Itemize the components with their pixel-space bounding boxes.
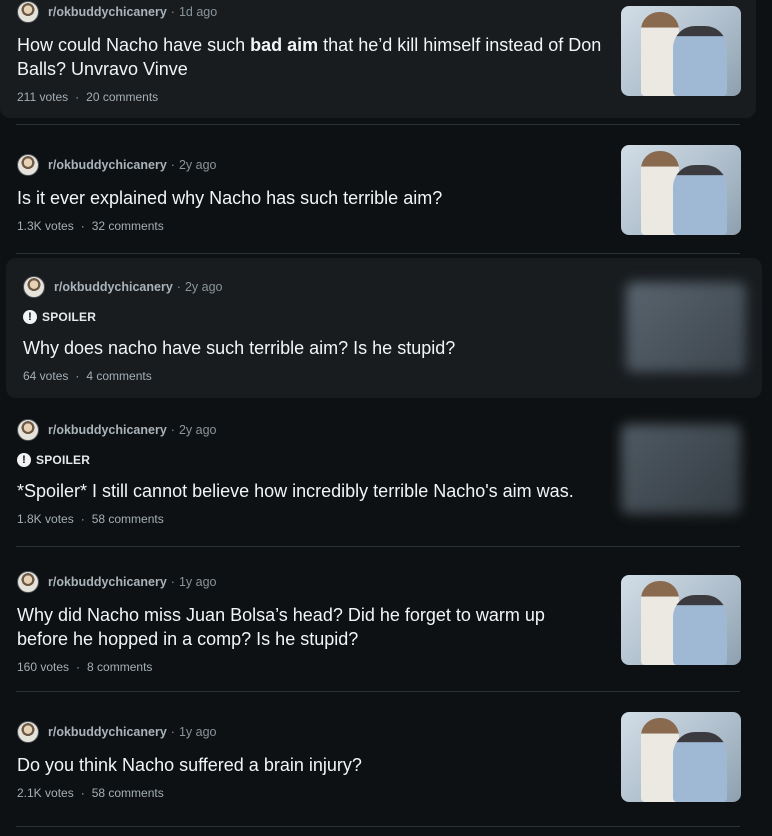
thumbnail-figure [673, 165, 727, 235]
post-stats: 1.8K votes · 58 comments [17, 512, 164, 526]
subreddit-link[interactable]: r/okbuddychicanery [48, 725, 167, 739]
vote-count: 1.3K votes [17, 219, 74, 233]
subreddit-link[interactable]: r/okbuddychicanery [48, 158, 167, 172]
subreddit-avatar[interactable] [17, 154, 39, 176]
spoiler-tag: ! SPOILER [23, 310, 96, 324]
post-stats: 64 votes · 4 comments [23, 369, 152, 383]
post-stats: 211 votes · 20 comments [17, 90, 158, 104]
comment-count[interactable]: 20 comments [86, 90, 158, 104]
post-age: 2y ago [178, 423, 217, 437]
post-title[interactable]: Is it ever explained why Nacho has such … [17, 186, 607, 210]
subreddit-link[interactable]: r/okbuddychicanery [48, 5, 167, 19]
post-thumbnail-blurred[interactable] [626, 282, 746, 372]
post-meta: r/okbuddychicanery · 2y ago [17, 153, 217, 177]
alert-icon: ! [17, 453, 31, 467]
post-stats: 160 votes · 8 comments [17, 660, 152, 674]
post-thumbnail[interactable] [621, 145, 741, 235]
stats-separator: · [75, 90, 80, 104]
meta-separator: · [170, 423, 175, 437]
post-meta: r/okbuddychicanery · 2y ago [17, 418, 217, 442]
post-title[interactable]: Why did Nacho miss Juan Bolsa’s head? Di… [17, 603, 597, 651]
post-thumbnail[interactable] [621, 575, 741, 665]
spoiler-label: SPOILER [36, 453, 91, 467]
post-title[interactable]: How could Nacho have such bad aim that h… [17, 33, 607, 81]
post-age: 1y ago [178, 725, 217, 739]
subreddit-avatar[interactable] [17, 419, 39, 441]
subreddit-avatar[interactable] [23, 276, 45, 298]
title-part: How could Nacho have such [17, 35, 251, 55]
stats-separator: · [80, 512, 85, 526]
subreddit-avatar[interactable] [17, 571, 39, 593]
comment-count[interactable]: 58 comments [92, 512, 164, 526]
spoiler-tag: ! SPOILER [17, 453, 90, 467]
search-results-feed: r/okbuddychicanery · 1d ago How could Na… [0, 0, 772, 836]
subreddit-avatar[interactable] [17, 1, 39, 23]
stats-separator: · [75, 369, 80, 383]
comment-count[interactable]: 32 comments [92, 219, 164, 233]
post-divider [16, 253, 740, 254]
vote-count: 211 votes [17, 90, 69, 104]
subreddit-link[interactable]: r/okbuddychicanery [48, 423, 167, 437]
post-age: 1d ago [178, 5, 218, 19]
meta-separator: · [170, 158, 175, 172]
post-meta: r/okbuddychicanery · 1y ago [17, 720, 217, 744]
post-thumbnail[interactable] [621, 6, 741, 96]
post-thumbnail-blurred[interactable] [621, 424, 741, 514]
stats-separator: · [76, 660, 81, 674]
post-meta: r/okbuddychicanery · 1y ago [17, 570, 217, 594]
thumbnail-figure [673, 732, 727, 802]
subreddit-link[interactable]: r/okbuddychicanery [54, 280, 173, 294]
post-meta: r/okbuddychicanery · 1d ago [17, 0, 217, 24]
comment-count[interactable]: 8 comments [87, 660, 152, 674]
meta-separator: · [176, 280, 181, 294]
subreddit-avatar[interactable] [17, 721, 39, 743]
comment-count[interactable]: 4 comments [86, 369, 151, 383]
thumbnail-figure [673, 595, 727, 665]
stats-separator: · [80, 786, 85, 800]
vote-count: 1.8K votes [17, 512, 74, 526]
meta-separator: · [170, 5, 175, 19]
comment-count[interactable]: 58 comments [92, 786, 164, 800]
post-title[interactable]: *Spoiler* I still cannot believe how inc… [17, 479, 617, 503]
thumbnail-figure [673, 26, 727, 96]
stats-separator: · [80, 219, 85, 233]
post-thumbnail[interactable] [621, 712, 741, 802]
meta-separator: · [170, 725, 175, 739]
post-divider [16, 546, 740, 547]
post-title[interactable]: Do you think Nacho suffered a brain inju… [17, 753, 607, 777]
post-divider [16, 124, 740, 125]
vote-count: 2.1K votes [17, 786, 74, 800]
vote-count: 160 votes [17, 660, 70, 674]
alert-icon: ! [23, 310, 37, 324]
post-divider [16, 691, 740, 692]
title-highlight: bad aim [250, 35, 319, 55]
post-age: 1y ago [178, 575, 217, 589]
spoiler-label: SPOILER [42, 310, 97, 324]
subreddit-link[interactable]: r/okbuddychicanery [48, 575, 167, 589]
meta-separator: · [170, 575, 175, 589]
post-stats: 2.1K votes · 58 comments [17, 786, 164, 800]
post-meta: r/okbuddychicanery · 2y ago [23, 275, 223, 299]
post-title[interactable]: Why does nacho have such terrible aim? I… [23, 336, 603, 360]
post-stats: 1.3K votes · 32 comments [17, 219, 164, 233]
post-divider [16, 826, 740, 827]
post-age: 2y ago [184, 280, 223, 294]
post-age: 2y ago [178, 158, 217, 172]
vote-count: 64 votes [23, 369, 69, 383]
